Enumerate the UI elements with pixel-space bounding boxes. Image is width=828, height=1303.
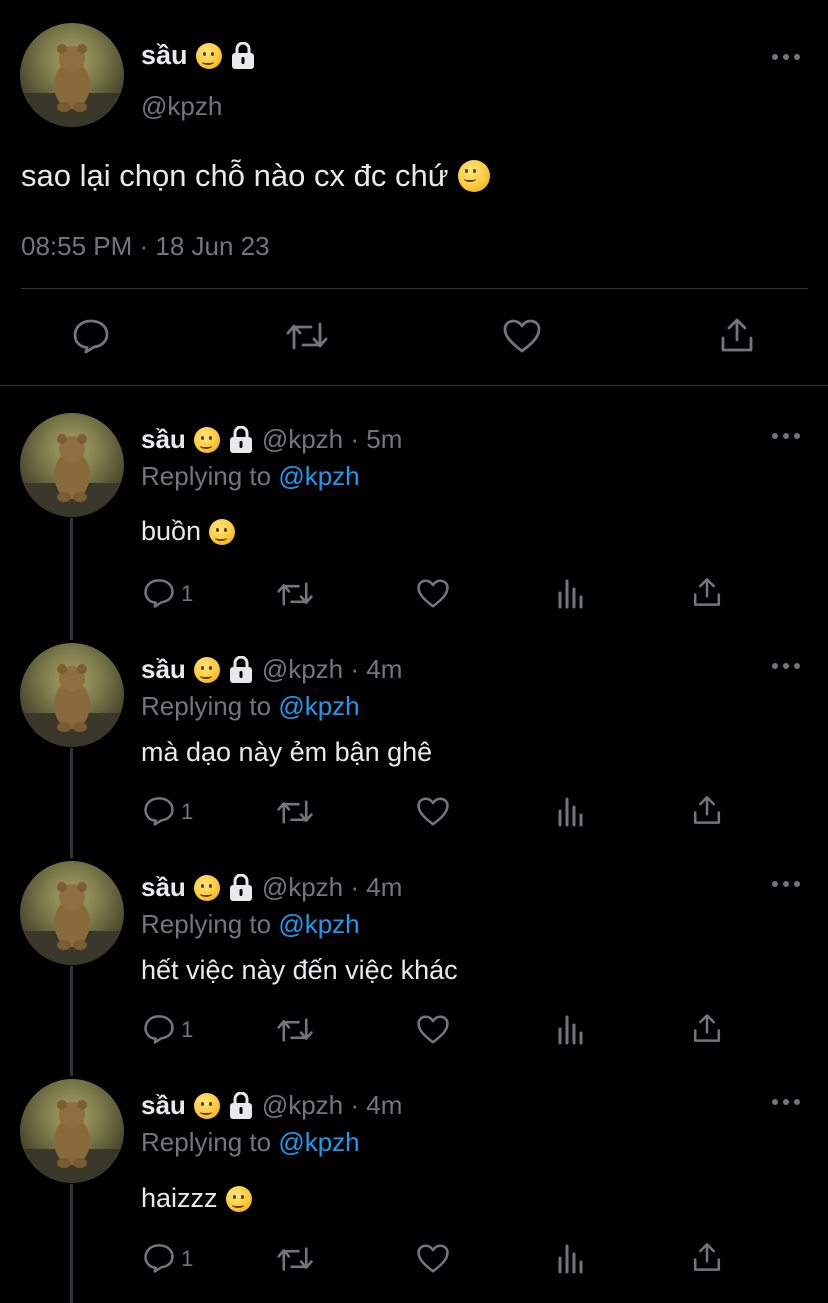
like-icon[interactable] xyxy=(416,796,450,827)
reply-text-content: buồn xyxy=(141,516,202,546)
reply-text-content: haizzz xyxy=(141,1183,218,1213)
thread-connector xyxy=(70,966,73,1076)
melting-face-emoji-icon xyxy=(195,42,222,69)
handle-and-time[interactable]: @kpzh · 4m xyxy=(262,872,403,903)
melting-face-emoji-icon xyxy=(209,518,236,545)
replying-to-link[interactable]: @kpzh xyxy=(278,1127,359,1157)
replying-to: Replying to @kpzh xyxy=(141,691,360,722)
like-icon[interactable] xyxy=(416,578,450,609)
views-analytics-icon[interactable] xyxy=(556,1242,586,1274)
reply-count: 1 xyxy=(181,581,194,606)
divider xyxy=(0,385,828,386)
more-options-icon[interactable] xyxy=(772,431,800,441)
retweet-icon[interactable] xyxy=(276,1243,314,1275)
avatar[interactable] xyxy=(20,643,124,747)
reply-count: 1 xyxy=(181,1017,194,1042)
melting-face-emoji-icon xyxy=(458,160,491,192)
reply-text: hết việc này đến việc khác xyxy=(141,955,458,986)
reply-text: haizzz xyxy=(141,1183,252,1214)
replying-to-link[interactable]: @kpzh xyxy=(278,909,359,939)
share-icon[interactable] xyxy=(691,1012,723,1044)
more-options-icon[interactable] xyxy=(772,661,800,671)
replying-to: Replying to @kpzh xyxy=(141,909,360,940)
replying-to-link[interactable]: @kpzh xyxy=(278,461,359,491)
reply-text-content: hết việc này đến việc khác xyxy=(141,955,458,985)
share-icon[interactable] xyxy=(691,576,723,608)
display-name-text: sầu xyxy=(141,40,188,70)
melting-face-emoji-icon xyxy=(193,1092,220,1119)
display-name[interactable]: sầu xyxy=(141,40,256,71)
replying-prefix: Replying to xyxy=(141,461,272,491)
reply-header[interactable]: sầu @kpzh · 4m xyxy=(141,1090,402,1121)
display-name[interactable]: sầu xyxy=(141,1090,186,1121)
retweet-icon[interactable] xyxy=(285,318,329,354)
melting-face-emoji-icon xyxy=(225,1185,252,1212)
retweet-icon[interactable] xyxy=(276,796,314,828)
reply-icon[interactable] xyxy=(72,318,110,354)
lock-icon xyxy=(228,873,254,902)
handle-and-time[interactable]: @kpzh · 5m xyxy=(262,424,403,455)
melting-face-emoji-icon xyxy=(193,874,220,901)
display-name[interactable]: sầu xyxy=(141,424,186,455)
thread-connector xyxy=(70,748,73,858)
lock-icon xyxy=(228,425,254,454)
lock-icon xyxy=(230,41,256,70)
tweet-timestamp[interactable]: 08:55 PM · 18 Jun 23 xyxy=(21,231,270,262)
reply-icon[interactable] xyxy=(143,795,175,827)
avatar[interactable] xyxy=(20,23,124,127)
lock-icon xyxy=(228,1091,254,1120)
lock-icon xyxy=(228,655,254,684)
reply-icon[interactable] xyxy=(143,1242,175,1274)
like-icon[interactable] xyxy=(416,1243,450,1274)
divider xyxy=(21,288,808,289)
views-analytics-icon[interactable] xyxy=(556,795,586,827)
reply-text-content: mà dạo này ẻm bận ghê xyxy=(141,737,433,767)
thread-connector xyxy=(70,518,73,640)
like-icon[interactable] xyxy=(502,318,542,354)
melting-face-emoji-icon xyxy=(193,426,220,453)
reply-icon[interactable] xyxy=(143,1013,175,1045)
more-options-icon[interactable] xyxy=(772,1097,800,1107)
replying-to: Replying to @kpzh xyxy=(141,461,360,492)
thread-connector xyxy=(70,1184,73,1303)
avatar[interactable] xyxy=(20,861,124,965)
reply-count: 1 xyxy=(181,799,194,824)
reply-header[interactable]: sầu @kpzh · 5m xyxy=(141,424,402,455)
reply-text: buồn xyxy=(141,516,236,547)
share-icon[interactable] xyxy=(718,316,756,354)
replying-to: Replying to @kpzh xyxy=(141,1127,360,1158)
retweet-icon[interactable] xyxy=(276,1014,314,1046)
retweet-icon[interactable] xyxy=(276,578,314,610)
melting-face-emoji-icon xyxy=(193,656,220,683)
tweet-text-content: sao lại chọn chỗ nào cx đc chứ xyxy=(21,158,449,193)
views-analytics-icon[interactable] xyxy=(556,577,586,609)
replying-prefix: Replying to xyxy=(141,691,272,721)
replying-prefix: Replying to xyxy=(141,909,272,939)
handle-and-time[interactable]: @kpzh · 4m xyxy=(262,654,403,685)
more-options-icon[interactable] xyxy=(772,52,800,62)
handle[interactable]: @kpzh xyxy=(141,91,222,122)
share-icon[interactable] xyxy=(691,794,723,826)
like-icon[interactable] xyxy=(416,1014,450,1045)
reply-header[interactable]: sầu @kpzh · 4m xyxy=(141,654,402,685)
replying-prefix: Replying to xyxy=(141,1127,272,1157)
more-options-icon[interactable] xyxy=(772,879,800,889)
share-icon[interactable] xyxy=(691,1241,723,1273)
reply-count: 1 xyxy=(181,1246,194,1271)
replying-to-link[interactable]: @kpzh xyxy=(278,691,359,721)
views-analytics-icon[interactable] xyxy=(556,1013,586,1045)
tweet-text: sao lại chọn chỗ nào cx đc chứ xyxy=(21,158,491,194)
display-name[interactable]: sầu xyxy=(141,872,186,903)
avatar[interactable] xyxy=(20,413,124,517)
handle-and-time[interactable]: @kpzh · 4m xyxy=(262,1090,403,1121)
reply-text: mà dạo này ẻm bận ghê xyxy=(141,737,432,768)
reply-header[interactable]: sầu @kpzh · 4m xyxy=(141,872,402,903)
reply-icon[interactable] xyxy=(143,577,175,609)
avatar[interactable] xyxy=(20,1079,124,1183)
display-name[interactable]: sầu xyxy=(141,654,186,685)
